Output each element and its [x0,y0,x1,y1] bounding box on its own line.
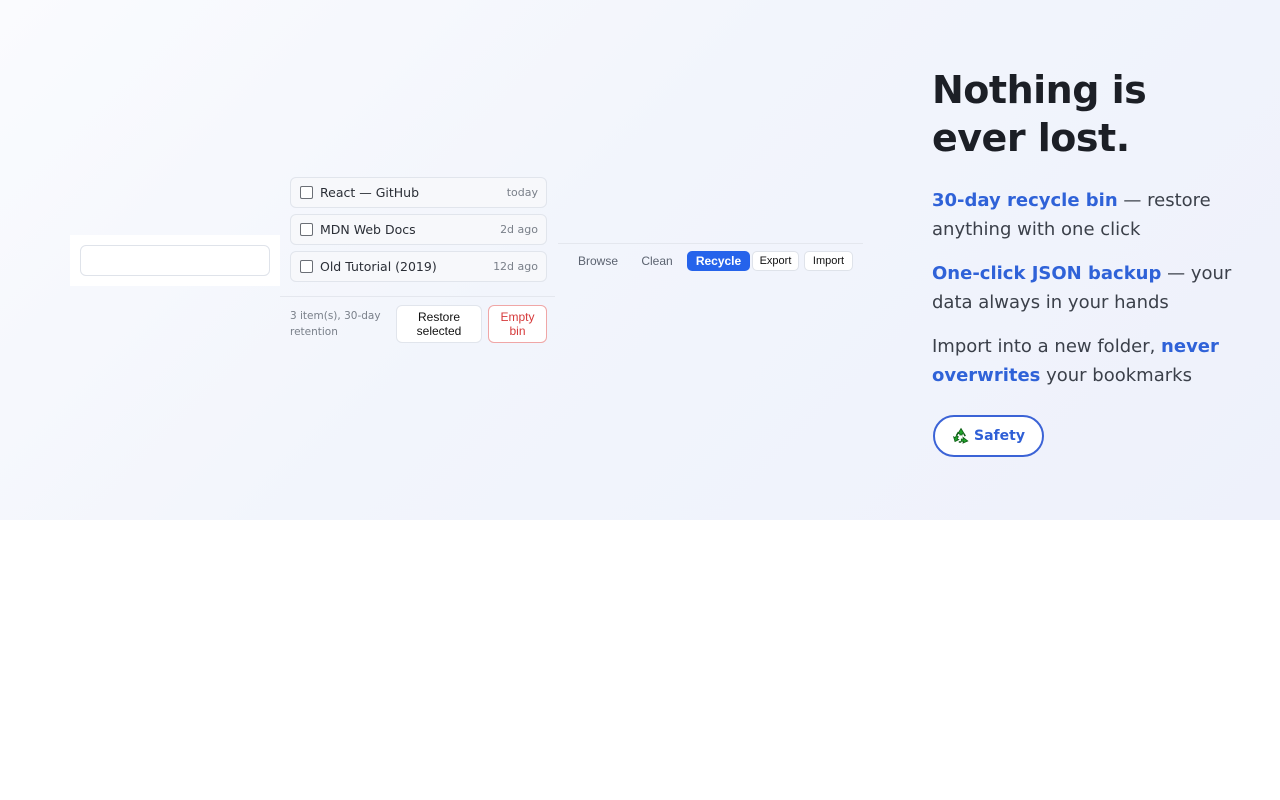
safety-badge[interactable]: Safety [933,415,1044,457]
footer-divider [280,296,555,297]
feature-recycle-bin: 30-day recycle bin — restore anything wi… [932,186,1232,244]
feature-highlight: 30-day recycle bin [932,190,1118,211]
recycle-item-age: 12d ago [493,260,538,273]
select-checkbox[interactable] [300,186,313,199]
tab-import[interactable]: Import [804,251,853,271]
feature-import: Import into a new folder, never overwrit… [932,332,1232,390]
page-title: Nothing is ever lost. [932,68,1147,160]
safety-badge-label: Safety [974,428,1025,444]
empty-bin-button[interactable]: Empty bin [488,305,547,343]
recycle-item-title: MDN Web Docs [320,222,416,237]
select-checkbox[interactable] [300,260,313,273]
restore-selected-button[interactable]: Restore selected [396,305,482,343]
select-checkbox[interactable] [300,223,313,236]
retention-summary: 3 item(s), 30-day retention [290,310,381,338]
recycle-item[interactable]: MDN Web Docs 2d ago [290,214,547,245]
recycle-item[interactable]: React — GitHub today [290,177,547,208]
recycle-icon [952,427,970,445]
feature-text-lead: Import into a new folder, [932,336,1162,357]
tab-browse[interactable]: Browse [572,251,624,271]
recycle-item-title: React — GitHub [320,185,420,200]
tab-recycle[interactable]: Recycle [687,251,750,271]
tab-bar-divider [558,243,863,244]
search-input[interactable] [80,245,270,276]
hero-section: React — GitHub today MDN Web Docs 2d ago… [0,0,1280,520]
recycle-item-age: 2d ago [500,223,538,236]
search-card [70,235,280,286]
feature-json-backup: One-click JSON backup — your data always… [932,259,1232,317]
recycle-item-age: today [506,186,538,199]
recycle-item[interactable]: Old Tutorial (2019) 12d ago [290,251,547,282]
feature-text: your bookmarks [1040,365,1192,386]
tab-export[interactable]: Export [752,251,799,271]
recycle-item-title: Old Tutorial (2019) [320,259,437,274]
feature-highlight: One-click JSON backup [932,263,1162,284]
tab-clean[interactable]: Clean [635,251,679,271]
